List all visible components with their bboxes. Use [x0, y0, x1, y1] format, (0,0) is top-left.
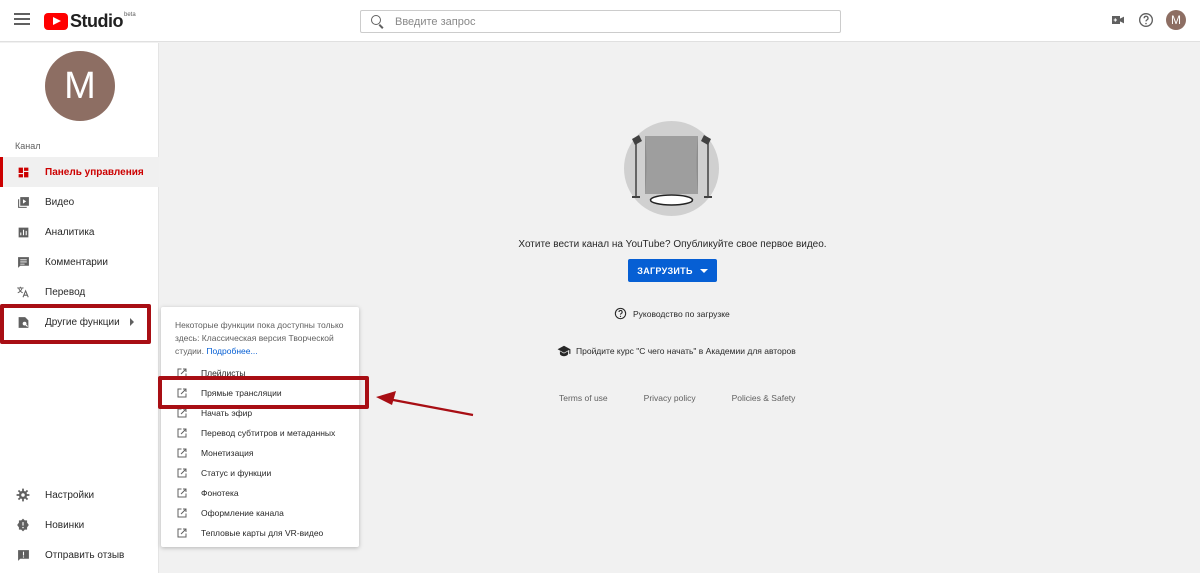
sidebar-item-whats-new[interactable]: Новинки [0, 510, 159, 540]
flyout-item-label: Статус и функции [201, 468, 272, 478]
sidebar: M Канал Панель управления Видео Аналитик… [0, 43, 159, 573]
hamburger-menu-icon[interactable] [14, 13, 30, 29]
flyout-item[interactable]: Фонотека [161, 483, 359, 503]
other-features-icon [16, 315, 30, 329]
sidebar-item-label: Новинки [45, 519, 85, 531]
flyout-item-label: Оформление канала [201, 508, 284, 518]
external-link-icon [177, 468, 187, 478]
flyout-item[interactable]: Тепловые карты для VR-видео [161, 523, 359, 543]
flyout-item-label: Перевод субтитров и метаданных [201, 428, 336, 438]
flyout-item-label: Фонотека [201, 488, 239, 498]
external-link-icon [177, 488, 187, 498]
sidebar-item-label: Перевод [45, 286, 86, 298]
sidebar-item-videos[interactable]: Видео [0, 187, 159, 217]
sidebar-item-dashboard[interactable]: Панель управления [0, 157, 159, 187]
account-avatar[interactable]: M [1166, 10, 1186, 30]
creator-academy-link[interactable]: Пройдите курс "С чего начать" в Академии… [557, 345, 796, 357]
graduation-cap-icon [557, 345, 571, 357]
channel-section-label: Канал [15, 141, 41, 151]
flyout-item-label: Плейлисты [201, 368, 246, 378]
flyout-item[interactable]: Начать эфир [161, 403, 359, 423]
sidebar-item-label: Другие функции [45, 316, 120, 328]
external-link-icon [177, 408, 187, 418]
top-bar: Studio beta M [0, 0, 1200, 42]
sidebar-item-other-features[interactable]: Другие функции [0, 307, 159, 337]
studio-logo[interactable]: Studio beta [44, 11, 136, 31]
terms-link[interactable]: Terms of use [559, 393, 608, 403]
whats-new-icon [16, 518, 30, 532]
flyout-item[interactable]: Плейлисты [161, 363, 359, 383]
sidebar-item-comments[interactable]: Комментарии [0, 247, 159, 277]
flyout-item[interactable]: Монетизация [161, 443, 359, 463]
flyout-item[interactable]: Прямые трансляции [161, 383, 359, 403]
footer-links: Terms of use Privacy policy Policies & S… [559, 393, 795, 403]
flyout-item[interactable]: Статус и функции [161, 463, 359, 483]
policies-link[interactable]: Policies & Safety [732, 393, 796, 403]
flyout-item-label: Начать эфир [201, 408, 253, 418]
sidebar-item-label: Аналитика [45, 226, 95, 238]
creator-academy-label: Пройдите курс "С чего начать" в Академии… [576, 346, 796, 356]
feedback-icon [16, 548, 30, 562]
help-icon[interactable] [1138, 12, 1154, 28]
external-link-icon [177, 508, 187, 518]
help-circle-icon [614, 307, 627, 320]
annotation-arrow-icon [376, 391, 474, 417]
search-icon [371, 14, 385, 29]
sidebar-item-label: Видео [45, 196, 75, 208]
flyout-item[interactable]: Перевод субтитров и метаданных [161, 423, 359, 443]
upload-button-label: ЗАГРУЗИТЬ [637, 265, 693, 276]
external-link-icon [177, 388, 187, 398]
sidebar-item-label: Настройки [45, 489, 95, 501]
dashboard-icon [16, 165, 30, 179]
sidebar-item-label: Панель управления [45, 166, 144, 178]
empty-state-text: Хотите вести канал на YouTube? Опубликуй… [518, 239, 827, 250]
video-icon [16, 195, 30, 209]
flyout-note-text: Некоторые функции пока доступны только з… [175, 320, 344, 356]
comments-icon [16, 255, 30, 269]
search-box[interactable] [360, 10, 841, 33]
flyout-note: Некоторые функции пока доступны только з… [175, 319, 353, 358]
chevron-right-icon [130, 318, 134, 326]
privacy-link[interactable]: Privacy policy [644, 393, 696, 403]
sidebar-item-translations[interactable]: Перевод [0, 277, 159, 307]
upload-guide-link[interactable]: Руководство по загрузке [614, 307, 730, 320]
sidebar-item-analytics[interactable]: Аналитика [0, 217, 159, 247]
external-link-icon [177, 448, 187, 458]
top-right-actions: M [1110, 10, 1186, 30]
external-link-icon [177, 428, 187, 438]
sidebar-item-feedback[interactable]: Отправить отзыв [0, 540, 159, 570]
learn-more-link[interactable]: Подробнее... [206, 346, 257, 356]
analytics-icon [16, 225, 30, 239]
flyout-item-label: Прямые трансляции [201, 388, 282, 398]
sidebar-item-label: Комментарии [45, 256, 108, 268]
translate-icon [16, 285, 30, 299]
flyout-item-label: Тепловые карты для VR-видео [201, 528, 324, 538]
empty-studio-illustration-icon [624, 121, 719, 216]
create-video-icon[interactable] [1110, 12, 1126, 28]
search-input[interactable] [395, 15, 815, 28]
gear-icon [16, 488, 30, 502]
logo-text: Studio [70, 10, 124, 31]
upload-button[interactable]: ЗАГРУЗИТЬ [628, 259, 717, 282]
sidebar-item-label: Отправить отзыв [45, 549, 125, 561]
youtube-play-icon [44, 12, 68, 30]
caret-down-icon [699, 268, 708, 273]
external-link-icon [177, 528, 187, 538]
flyout-item-label: Монетизация [201, 448, 254, 458]
logo-beta-badge: beta [124, 12, 136, 18]
flyout-item[interactable]: Оформление канала [161, 503, 359, 523]
upload-guide-label: Руководство по загрузке [633, 308, 730, 319]
channel-avatar[interactable]: M [45, 51, 115, 121]
external-link-icon [177, 368, 187, 378]
sidebar-item-settings[interactable]: Настройки [0, 480, 159, 510]
